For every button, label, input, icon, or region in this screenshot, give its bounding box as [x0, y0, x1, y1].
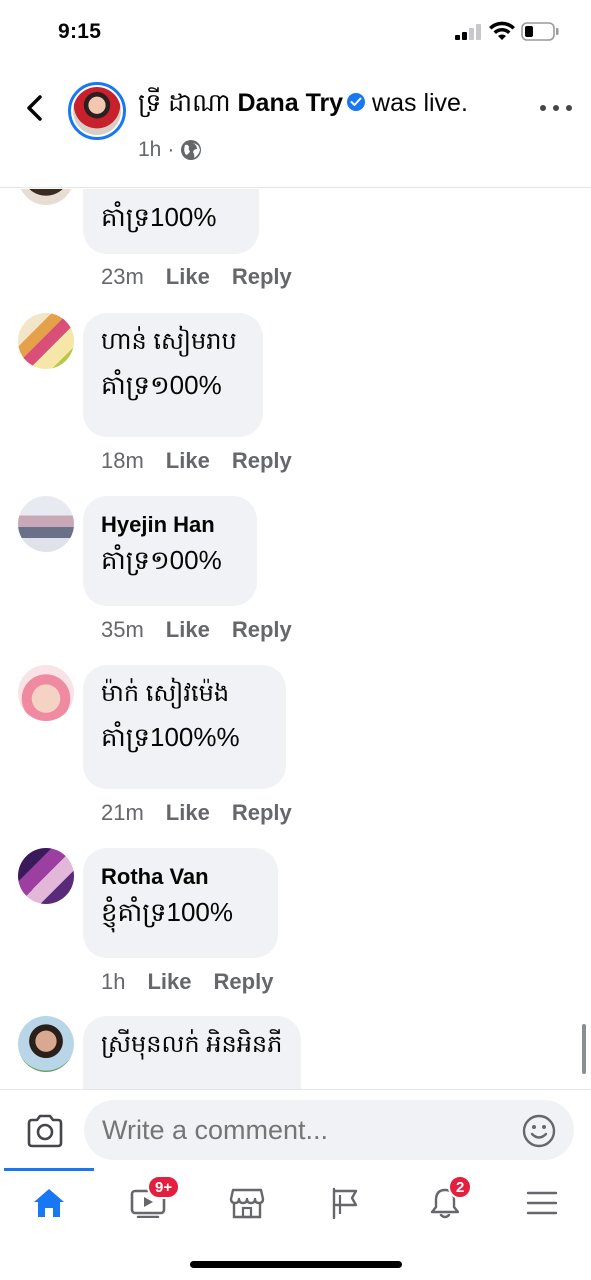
reply-button[interactable]: Reply [232, 448, 292, 474]
comment-text: ខ្ញុំគាំទ្រ100% [101, 897, 234, 927]
more-options-button[interactable] [540, 100, 572, 116]
comment-text: គាំទ្រ១00% [101, 370, 222, 400]
comment-author[interactable]: ហាន់ សៀមរាប [101, 327, 245, 357]
author-avatar[interactable] [68, 82, 126, 140]
like-button[interactable]: Like [166, 800, 210, 826]
post-header: ទ្រី ដាណា Dana Try was live. 1h · [0, 64, 591, 188]
dot-icon [540, 105, 546, 111]
comment-bubble[interactable]: ម៉ាក់ សៀវម៉េង គាំទ្រ100%% [83, 665, 286, 789]
comment-bubble[interactable]: ហាន់ សៀមរាប គាំទ្រ១00% [83, 313, 263, 437]
marketplace-icon [229, 1188, 265, 1219]
dot-icon [553, 105, 559, 111]
commenter-avatar[interactable] [18, 189, 74, 205]
post-meta: 1h · [138, 138, 202, 162]
comment-actions: 1h Like Reply [101, 969, 273, 995]
comment-bubble[interactable]: គាំទ្រ100% [83, 189, 259, 254]
globe-icon [181, 140, 202, 160]
comments-list[interactable]: គាំទ្រ100% 23m Like Reply ហាន់ សៀមរាប គា… [0, 189, 591, 1089]
like-button[interactable]: Like [166, 617, 210, 643]
comment-actions: 18m Like Reply [101, 448, 292, 474]
post-time[interactable]: 1h [138, 138, 161, 162]
comment-actions: 35m Like Reply [101, 617, 292, 643]
tab-watch[interactable]: 9+ [123, 1175, 181, 1226]
comment-text: គាំទ្រ100%% [101, 722, 240, 752]
comment-bubble[interactable]: Rotha Van ខ្ញុំគាំទ្រ100% [83, 848, 278, 958]
wifi-icon [489, 21, 515, 40]
comment-author[interactable]: Hyejin Han [101, 510, 239, 540]
chevron-left-icon [27, 95, 42, 121]
like-button[interactable]: Like [147, 969, 191, 995]
commenter-avatar[interactable] [18, 496, 74, 552]
dot-icon [566, 105, 572, 111]
scrollbar[interactable] [582, 1024, 586, 1074]
notifications-badge: 2 [448, 1175, 473, 1199]
active-tab-indicator [4, 1168, 94, 1171]
comment-time[interactable]: 23m [101, 264, 144, 290]
signal-icon [455, 24, 481, 40]
menu-icon [526, 1191, 558, 1215]
comment-text: គាំទ្រ100% [101, 202, 217, 232]
comment-author[interactable]: Rotha Van [101, 862, 260, 892]
reply-button[interactable]: Reply [232, 264, 292, 290]
comment-bubble[interactable]: Hyejin Han គាំទ្រ១00% [83, 496, 257, 606]
tab-home[interactable] [24, 1180, 74, 1226]
post-title: ទ្រី ដាណា Dana Try was live. [138, 88, 468, 124]
author-name-kh[interactable]: ទ្រី ដាណា [138, 89, 231, 117]
commenter-avatar[interactable] [18, 1016, 74, 1072]
tab-marketplace[interactable] [222, 1180, 272, 1226]
camera-icon[interactable] [26, 1114, 64, 1148]
home-indicator[interactable] [190, 1261, 402, 1268]
commenter-avatar[interactable] [18, 848, 74, 904]
tab-notifications[interactable]: 2 [420, 1175, 473, 1226]
comment-author[interactable]: ម៉ាក់ សៀវម៉េង [101, 679, 268, 709]
like-button[interactable]: Like [166, 448, 210, 474]
reply-button[interactable]: Reply [232, 800, 292, 826]
commenter-avatar[interactable] [18, 313, 74, 369]
verified-badge-icon [347, 93, 366, 112]
comment-time[interactable]: 35m [101, 617, 144, 643]
reply-button[interactable]: Reply [214, 969, 274, 995]
tab-menu[interactable] [517, 1180, 567, 1226]
comment-input[interactable] [84, 1100, 574, 1160]
comment-time[interactable]: 1h [101, 969, 125, 995]
commenter-avatar[interactable] [18, 665, 74, 721]
watch-badge: 9+ [147, 1175, 181, 1199]
post-action: was live. [372, 89, 468, 117]
back-button[interactable] [20, 92, 48, 124]
home-icon [34, 1189, 64, 1217]
like-button[interactable]: Like [166, 264, 210, 290]
author-name[interactable]: Dana Try [237, 89, 343, 117]
bottom-tab-bar: 9+ 2 [0, 1168, 591, 1238]
flag-icon [332, 1187, 358, 1220]
emoji-icon[interactable] [522, 1114, 556, 1148]
comment-author[interactable]: ស្រីមុនលក់ អិនអិនភី [101, 1030, 283, 1060]
reply-button[interactable]: Reply [232, 617, 292, 643]
battery-icon [521, 22, 559, 41]
tab-pages[interactable] [320, 1180, 370, 1226]
comment-actions: 23m Like Reply [101, 264, 292, 290]
meta-separator: · [167, 138, 175, 161]
comment-time[interactable]: 21m [101, 800, 144, 826]
comment-actions: 21m Like Reply [101, 800, 292, 826]
comment-bubble[interactable]: ស្រីមុនលក់ អិនអិនភី [83, 1016, 301, 1089]
comment-time[interactable]: 18m [101, 448, 144, 474]
comment-text: គាំទ្រ១00% [101, 545, 222, 575]
status-time: 9:15 [58, 20, 102, 43]
comment-composer [0, 1089, 591, 1169]
status-bar: 9:15 [0, 0, 591, 64]
